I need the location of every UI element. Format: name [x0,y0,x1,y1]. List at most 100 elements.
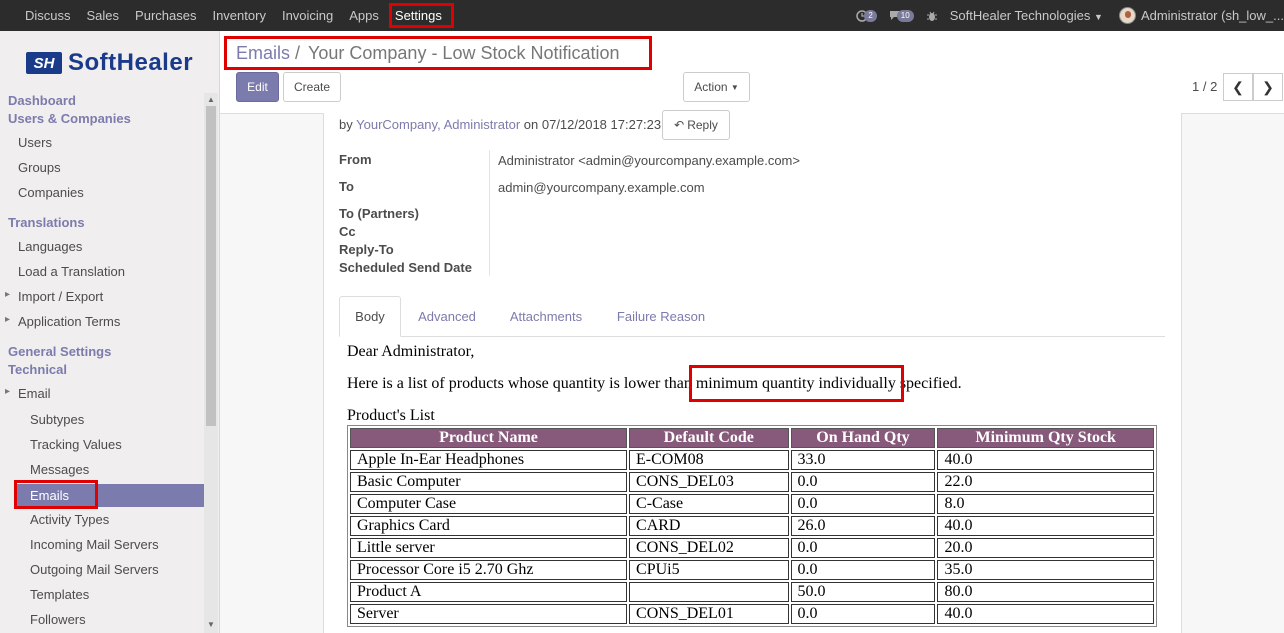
tab-failure-reason[interactable]: Failure Reason [607,296,715,337]
tab-body[interactable]: Body [339,296,401,337]
action-button[interactable]: Action ▼ [683,72,750,102]
sidebar-item-application-terms[interactable]: Application Terms [5,314,120,329]
cc-label: Cc [339,224,356,239]
product-name-cell: Computer Case [350,494,628,514]
tab-advanced[interactable]: Advanced [409,296,485,337]
sidebar-item-messages[interactable]: Messages [30,462,89,477]
sidebar-item-outgoing-mail[interactable]: Outgoing Mail Servers [30,562,159,577]
menu-apps[interactable]: Apps [341,0,387,31]
caret-down-icon: ▼ [1094,12,1103,22]
on-hand-qty-cell: 26.0 [790,516,936,536]
product-list-title: Product's List [347,407,435,424]
sidebar-item-email[interactable]: Email [5,386,50,401]
sidebar-item-templates[interactable]: Templates [30,587,89,602]
sidebar-item-companies[interactable]: Companies [18,185,84,200]
activity-badge: 2 [864,9,877,22]
pager-next-button[interactable]: ❯ [1253,73,1283,101]
app-menu: Discuss Sales Purchases Inventory Invoic… [0,0,454,31]
scroll-down-icon[interactable]: ▼ [207,620,215,629]
min-qty-cell: 8.0 [937,494,1154,514]
default-code-cell: CONS_DEL03 [629,472,789,492]
logo-mark: SH [26,52,62,74]
table-header-row: Product Name Default Code On Hand Qty Mi… [350,428,1154,448]
chevron-right-icon: ❯ [1262,78,1274,95]
sidebar-item-languages[interactable]: Languages [18,239,82,254]
reply-icon: ↶ [674,118,685,132]
scroll-up-icon[interactable]: ▲ [207,95,215,104]
sidebar-item-emails[interactable]: Emails [14,480,204,509]
activity-icon[interactable]: 2 [856,9,877,22]
product-name-cell: Graphics Card [350,516,628,536]
column-header: Minimum Qty Stock [937,428,1154,448]
company-logo[interactable]: SH SoftHealer [26,49,193,77]
on-hand-qty-cell: 0.0 [790,560,936,580]
sidebar-section-dashboard[interactable]: Dashboard [8,93,76,108]
table-row: Basic Computer CONS_DEL03 0.0 22.0 [350,472,1154,492]
sidebar-item-activity-types[interactable]: Activity Types [30,512,109,527]
byline-by: by [339,117,353,132]
sidebar-item-load-translation[interactable]: Load a Translation [18,264,125,279]
sidebar-item-groups[interactable]: Groups [18,160,61,175]
messages-icon[interactable]: 10 [889,9,914,22]
min-qty-cell: 20.0 [937,538,1154,558]
sidebar-section-translations[interactable]: Translations [8,215,85,230]
menu-discuss[interactable]: Discuss [17,0,79,31]
on-hand-qty-cell: 0.0 [790,472,936,492]
bug-icon[interactable] [926,10,938,22]
user-name: Administrator (sh_low_... [1140,8,1284,23]
messages-badge: 10 [896,9,914,22]
scheduled-date-label: Scheduled Send Date [339,260,472,275]
create-button[interactable]: Create [283,72,341,102]
default-code-cell: CARD [629,516,789,536]
message-byline: by YourCompany, Administrator on 07/12/2… [339,117,661,132]
to-partners-label: To (Partners) [339,206,419,221]
tab-attachments[interactable]: Attachments [501,296,591,337]
sidebar: SH SoftHealer Dashboard Users & Companie… [0,31,220,633]
product-name-cell: Apple In-Ear Headphones [350,450,628,470]
column-header: Product Name [350,428,628,448]
company-switcher[interactable]: SoftHealer Technologies ▼ [950,8,1103,23]
sidebar-section-users-companies[interactable]: Users & Companies [8,111,131,126]
table-row: Computer Case C-Case 0.0 8.0 [350,494,1154,514]
scroll-thumb[interactable] [206,106,216,426]
menu-invoicing[interactable]: Invoicing [274,0,341,31]
menu-settings[interactable]: Settings [387,0,454,31]
table-row: Product A 50.0 80.0 [350,582,1154,602]
sidebar-menu: Dashboard Users & Companies Users Groups… [0,93,204,633]
sidebar-item-subtypes[interactable]: Subtypes [30,412,84,427]
to-value: admin@yourcompany.example.com [498,180,705,195]
sidebar-item-import-export[interactable]: Import / Export [5,289,103,304]
edit-button[interactable]: Edit [236,72,279,102]
pager-previous-button[interactable]: ❮ [1223,73,1253,101]
reply-button[interactable]: ↶ Reply [662,110,730,140]
default-code-cell: E-COM08 [629,450,789,470]
sidebar-item-incoming-mail[interactable]: Incoming Mail Servers [30,537,159,552]
menu-inventory[interactable]: Inventory [204,0,273,31]
sidebar-item-followers[interactable]: Followers [30,612,86,627]
sidebar-section-technical[interactable]: Technical [8,362,67,377]
user-menu[interactable]: Administrator (sh_low_... [1118,7,1284,24]
breadcrumb: Emails / Your Company - Low Stock Notifi… [224,36,652,70]
default-code-cell: C-Case [629,494,789,514]
menu-sales[interactable]: Sales [79,0,128,31]
default-code-cell: CONS_DEL01 [629,604,789,624]
column-header: On Hand Qty [790,428,936,448]
sidebar-scrollbar[interactable]: ▲ ▼ [204,93,218,633]
on-hand-qty-cell: 0.0 [790,604,936,624]
product-table: Product Name Default Code On Hand Qty Mi… [347,425,1157,627]
min-qty-cell: 80.0 [937,582,1154,602]
menu-purchases[interactable]: Purchases [127,0,204,31]
author-link[interactable]: YourCompany, Administrator [356,117,520,132]
sidebar-item-users[interactable]: Users [18,135,52,150]
pager-value[interactable]: 1 / 2 [1192,79,1217,94]
on-hand-qty-cell: 0.0 [790,494,936,514]
product-name-cell: Little server [350,538,628,558]
to-label: To [339,179,354,194]
sidebar-section-general-settings[interactable]: General Settings [8,344,111,359]
avatar [1118,7,1136,24]
product-name-cell: Server [350,604,628,624]
reply-to-label: Reply-To [339,242,394,257]
breadcrumb-parent[interactable]: Emails [236,43,290,64]
min-qty-cell: 40.0 [937,450,1154,470]
sidebar-item-tracking-values[interactable]: Tracking Values [30,437,122,452]
